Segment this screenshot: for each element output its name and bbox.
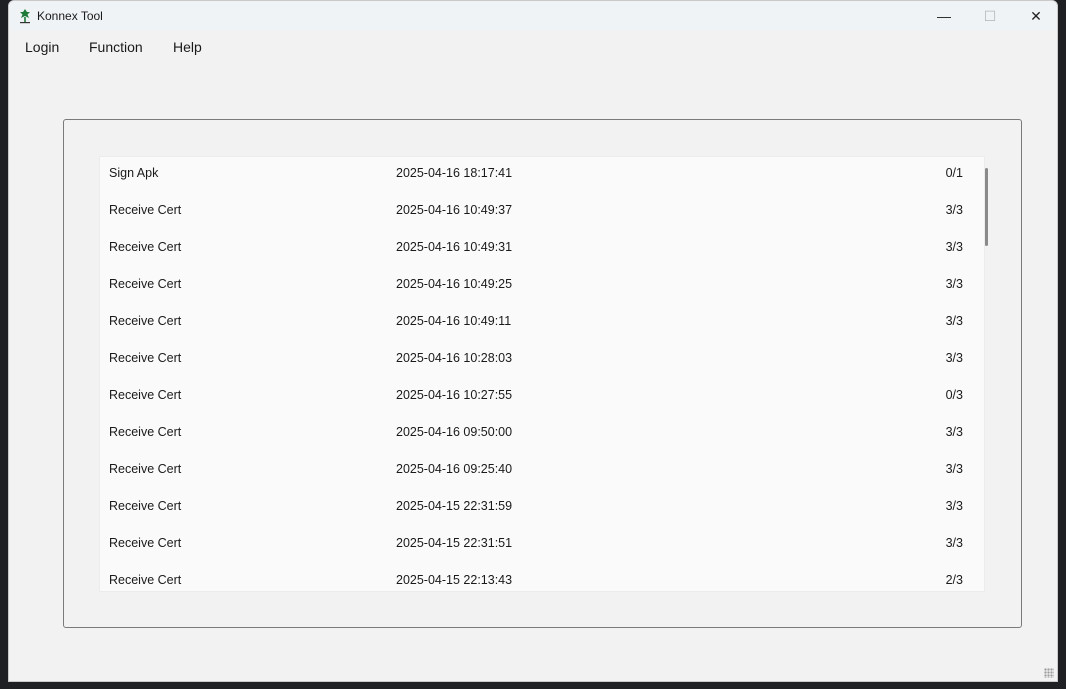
record-timestamp: 2025-04-16 10:49:31 [396, 240, 513, 254]
close-button[interactable]: ✕ [1013, 1, 1057, 31]
background-editor-right [1058, 0, 1066, 689]
list-item[interactable]: Receive Cert 2025-04-16 10:49:11 3/3 [100, 305, 984, 342]
record-count: 3/3 [945, 277, 963, 291]
resize-grip[interactable] [1044, 668, 1054, 678]
menu-function[interactable]: Function [89, 39, 143, 55]
konnex-logo-icon [20, 9, 30, 24]
minimize-icon: — [937, 8, 951, 24]
record-name: Receive Cert [109, 314, 182, 328]
maximize-icon: ☐ [983, 7, 997, 24]
record-name: Receive Cert [109, 462, 182, 476]
record-count: 3/3 [945, 240, 963, 254]
record-count: 3/3 [945, 351, 963, 365]
list-item[interactable]: Receive Cert 2025-04-15 22:31:51 3/3 [100, 527, 984, 564]
record-name: Receive Cert [109, 240, 182, 254]
list-item[interactable]: Receive Cert 2025-04-16 10:28:03 3/3 [100, 342, 984, 379]
maximize-button[interactable]: ☐ [967, 1, 1013, 31]
menu-login[interactable]: Login [25, 39, 59, 55]
list-item[interactable]: Sign Apk 2025-04-16 18:17:41 0/1 [100, 157, 984, 194]
record-count: 0/3 [945, 388, 963, 402]
record-name: Receive Cert [109, 351, 182, 365]
record-name: Receive Cert [109, 203, 182, 217]
list-item[interactable]: Receive Cert 2025-04-15 22:13:43 2/3 [100, 564, 984, 591]
record-timestamp: 2025-04-16 10:49:37 [396, 203, 513, 217]
record-count: 3/3 [945, 314, 963, 328]
record-timestamp: 2025-04-16 10:27:55 [396, 388, 513, 402]
record-name: Receive Cert [109, 573, 182, 587]
title-bar[interactable]: Konnex Tool — ☐ ✕ [9, 1, 1057, 31]
record-timestamp: 2025-04-15 22:31:51 [396, 536, 513, 550]
menu-bar: Login Function Help [9, 31, 1057, 63]
list-item[interactable]: Receive Cert 2025-04-16 10:27:55 0/3 [100, 379, 984, 416]
record-timestamp: 2025-04-16 10:49:25 [396, 277, 513, 291]
window-title: Konnex Tool [37, 9, 103, 23]
list-item[interactable]: Receive Cert 2025-04-16 09:50:00 3/3 [100, 416, 984, 453]
list-item[interactable]: Receive Cert 2025-04-16 10:49:37 3/3 [100, 194, 984, 231]
record-timestamp: 2025-04-15 22:31:59 [396, 499, 513, 513]
record-name: Sign Apk [109, 166, 159, 180]
background-taskbar-edge [0, 682, 1066, 689]
record-name: Receive Cert [109, 499, 182, 513]
list-item[interactable]: Receive Cert 2025-04-15 22:31:59 3/3 [100, 490, 984, 527]
list-item[interactable]: Receive Cert 2025-04-16 09:25:40 3/3 [100, 453, 984, 490]
records-list[interactable]: Sign Apk 2025-04-16 18:17:41 0/1 Receive Ce… [99, 156, 985, 592]
record-timestamp: 2025-04-16 18:17:41 [396, 166, 513, 180]
record-count: 3/3 [945, 536, 963, 550]
record-count: 2/3 [945, 573, 963, 587]
list-item[interactable]: Receive Cert 2025-04-16 10:49:31 3/3 [100, 231, 984, 268]
record-name: Receive Cert [109, 536, 182, 550]
record-count: 3/3 [945, 462, 963, 476]
app-window: Konnex Tool — ☐ ✕ Login Function Help Si… [8, 0, 1058, 682]
list-item[interactable]: Receive Cert 2025-04-16 10:49:25 3/3 [100, 268, 984, 305]
record-timestamp: 2025-04-16 10:28:03 [396, 351, 513, 365]
record-count: 0/1 [945, 166, 963, 180]
record-timestamp: 2025-04-16 09:25:40 [396, 462, 513, 476]
record-name: Receive Cert [109, 425, 182, 439]
record-count: 3/3 [945, 499, 963, 513]
record-timestamp: 2025-04-16 10:49:11 [396, 314, 512, 328]
list-scrollbar[interactable] [985, 168, 988, 246]
record-count: 3/3 [945, 425, 963, 439]
record-name: Receive Cert [109, 388, 182, 402]
background-editor-left [0, 0, 8, 689]
menu-help[interactable]: Help [173, 39, 202, 55]
record-name: Receive Cert [109, 277, 182, 291]
record-timestamp: 2025-04-16 09:50:00 [396, 425, 513, 439]
record-timestamp: 2025-04-15 22:13:43 [396, 573, 513, 587]
minimize-button[interactable]: — [921, 1, 967, 31]
record-count: 3/3 [945, 203, 963, 217]
close-icon: ✕ [1030, 7, 1042, 24]
